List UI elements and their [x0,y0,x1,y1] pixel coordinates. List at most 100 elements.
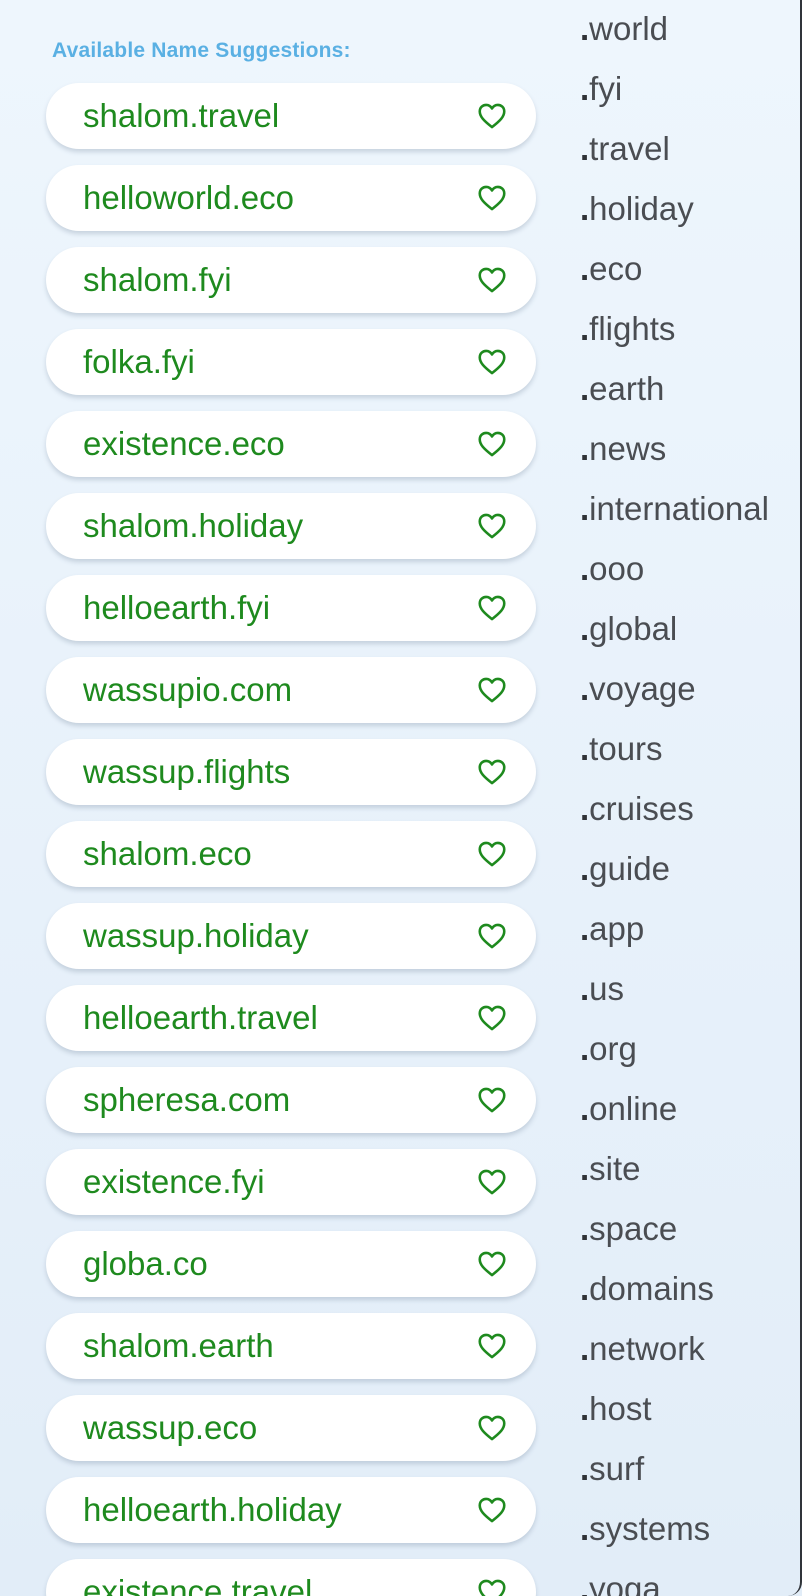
heart-outline-icon[interactable] [478,185,506,211]
tld-item[interactable]: .fyi [580,65,790,125]
heart-outline-icon[interactable] [478,103,506,129]
tld-label: ooo [589,550,645,587]
tld-item[interactable]: .org [580,1025,790,1085]
heart-outline-icon[interactable] [478,677,506,703]
tld-item[interactable]: .site [580,1145,790,1205]
suggestion-name: wassup.eco [83,1409,258,1446]
tld-label: domains [589,1270,714,1307]
suggestion-card[interactable]: helloearth.holiday [46,1477,536,1543]
suggestion-card[interactable]: shalom.earth [46,1313,536,1379]
suggestion-card[interactable]: existence.travel [46,1559,536,1596]
heart-outline-icon[interactable] [478,1497,506,1523]
tld-item[interactable]: .international [580,485,790,545]
heart-outline-icon[interactable] [478,513,506,539]
tld-dot: . [580,1030,590,1067]
tld-item[interactable]: .surf [580,1445,790,1505]
suggestion-card[interactable]: existence.fyi [46,1149,536,1215]
tld-label: network [589,1330,705,1367]
tld-item[interactable]: .tours [580,725,790,785]
tld-item[interactable]: .global [580,605,790,665]
tld-item[interactable]: .online [580,1085,790,1145]
heart-outline-icon[interactable] [478,841,506,867]
suggestion-card[interactable]: folka.fyi [46,329,536,395]
heart-outline-icon[interactable] [478,431,506,457]
suggestion-card[interactable]: shalom.fyi [46,247,536,313]
heart-outline-icon[interactable] [478,1333,506,1359]
tld-item[interactable]: .yoga [580,1565,790,1596]
tld-item[interactable]: .eco [580,245,790,305]
suggestion-card[interactable]: wassup.flights [46,739,536,805]
tld-label: news [589,430,667,467]
suggestion-name: helloworld.eco [83,179,294,216]
tld-item[interactable]: .domains [580,1265,790,1325]
suggestion-name: shalom.holiday [83,507,304,544]
suggestion-card[interactable]: shalom.eco [46,821,536,887]
tld-label: holiday [589,190,694,227]
tld-label: yoga [589,1570,661,1596]
heart-outline-icon[interactable] [478,1169,506,1195]
suggestion-name: wassup.flights [83,753,291,790]
tld-label: us [589,970,625,1007]
tld-dot: . [580,730,590,767]
tld-dot: . [580,310,590,347]
tld-item[interactable]: .flights [580,305,790,365]
suggestion-card[interactable]: helloearth.travel [46,985,536,1051]
suggestion-name: globa.co [83,1245,208,1282]
heart-outline-icon[interactable] [478,1087,506,1113]
suggestion-card[interactable]: shalom.travel [46,83,536,149]
suggestion-name: helloearth.fyi [83,589,271,626]
suggestion-card[interactable]: shalom.holiday [46,493,536,559]
tld-item[interactable]: .network [580,1325,790,1385]
tld-label: voyage [589,670,696,707]
suggestion-card[interactable]: globa.co [46,1231,536,1297]
tld-label: systems [589,1510,711,1547]
heart-outline-icon[interactable] [478,759,506,785]
suggestions-heading: Available Name Suggestions: [52,39,351,62]
tld-item[interactable]: .guide [580,845,790,905]
heart-outline-icon[interactable] [478,349,506,375]
tld-dot: . [580,550,590,587]
tld-item[interactable]: .space [580,1205,790,1265]
heart-outline-icon[interactable] [478,1251,506,1277]
suggestion-card[interactable]: wassup.holiday [46,903,536,969]
suggestion-card[interactable]: wassup.eco [46,1395,536,1461]
tld-item[interactable]: .host [580,1385,790,1445]
tld-dot: . [580,1330,590,1367]
tld-dot: . [580,850,590,887]
suggestion-name: shalom.fyi [83,261,232,298]
tld-item[interactable]: .us [580,965,790,1025]
tld-item[interactable]: .travel [580,125,790,185]
tld-label: eco [589,250,643,287]
tld-item[interactable]: .news [580,425,790,485]
heart-outline-icon[interactable] [478,595,506,621]
suggestion-card[interactable]: helloearth.fyi [46,575,536,641]
tld-item[interactable]: .cruises [580,785,790,845]
heart-outline-icon[interactable] [478,923,506,949]
suggestion-name: spheresa.com [83,1081,291,1118]
tld-item[interactable]: .earth [580,365,790,425]
tld-item[interactable]: .systems [580,1505,790,1565]
tld-label: flights [589,310,676,347]
tld-dot: . [580,670,590,707]
tld-item[interactable]: .holiday [580,185,790,245]
heart-outline-icon[interactable] [478,1579,506,1596]
heart-outline-icon[interactable] [478,1005,506,1031]
tld-label: space [589,1210,678,1247]
tld-item[interactable]: .world [580,5,790,65]
suggestion-card[interactable]: spheresa.com [46,1067,536,1133]
tld-label: world [589,10,669,47]
heart-outline-icon[interactable] [478,267,506,293]
suggestion-card[interactable]: helloworld.eco [46,165,536,231]
tld-item[interactable]: .ooo [580,545,790,605]
suggestion-name: wassup.holiday [83,917,309,954]
suggestion-name: existence.fyi [83,1163,265,1200]
heart-outline-icon[interactable] [478,1415,506,1441]
suggestion-card[interactable]: existence.eco [46,411,536,477]
tld-label: guide [589,850,670,887]
tld-dot: . [580,1210,590,1247]
tld-item[interactable]: .app [580,905,790,965]
tld-item[interactable]: .voyage [580,665,790,725]
suggestion-card[interactable]: wassupio.com [46,657,536,723]
tld-dot: . [580,910,590,947]
suggestion-name: shalom.eco [83,835,252,872]
